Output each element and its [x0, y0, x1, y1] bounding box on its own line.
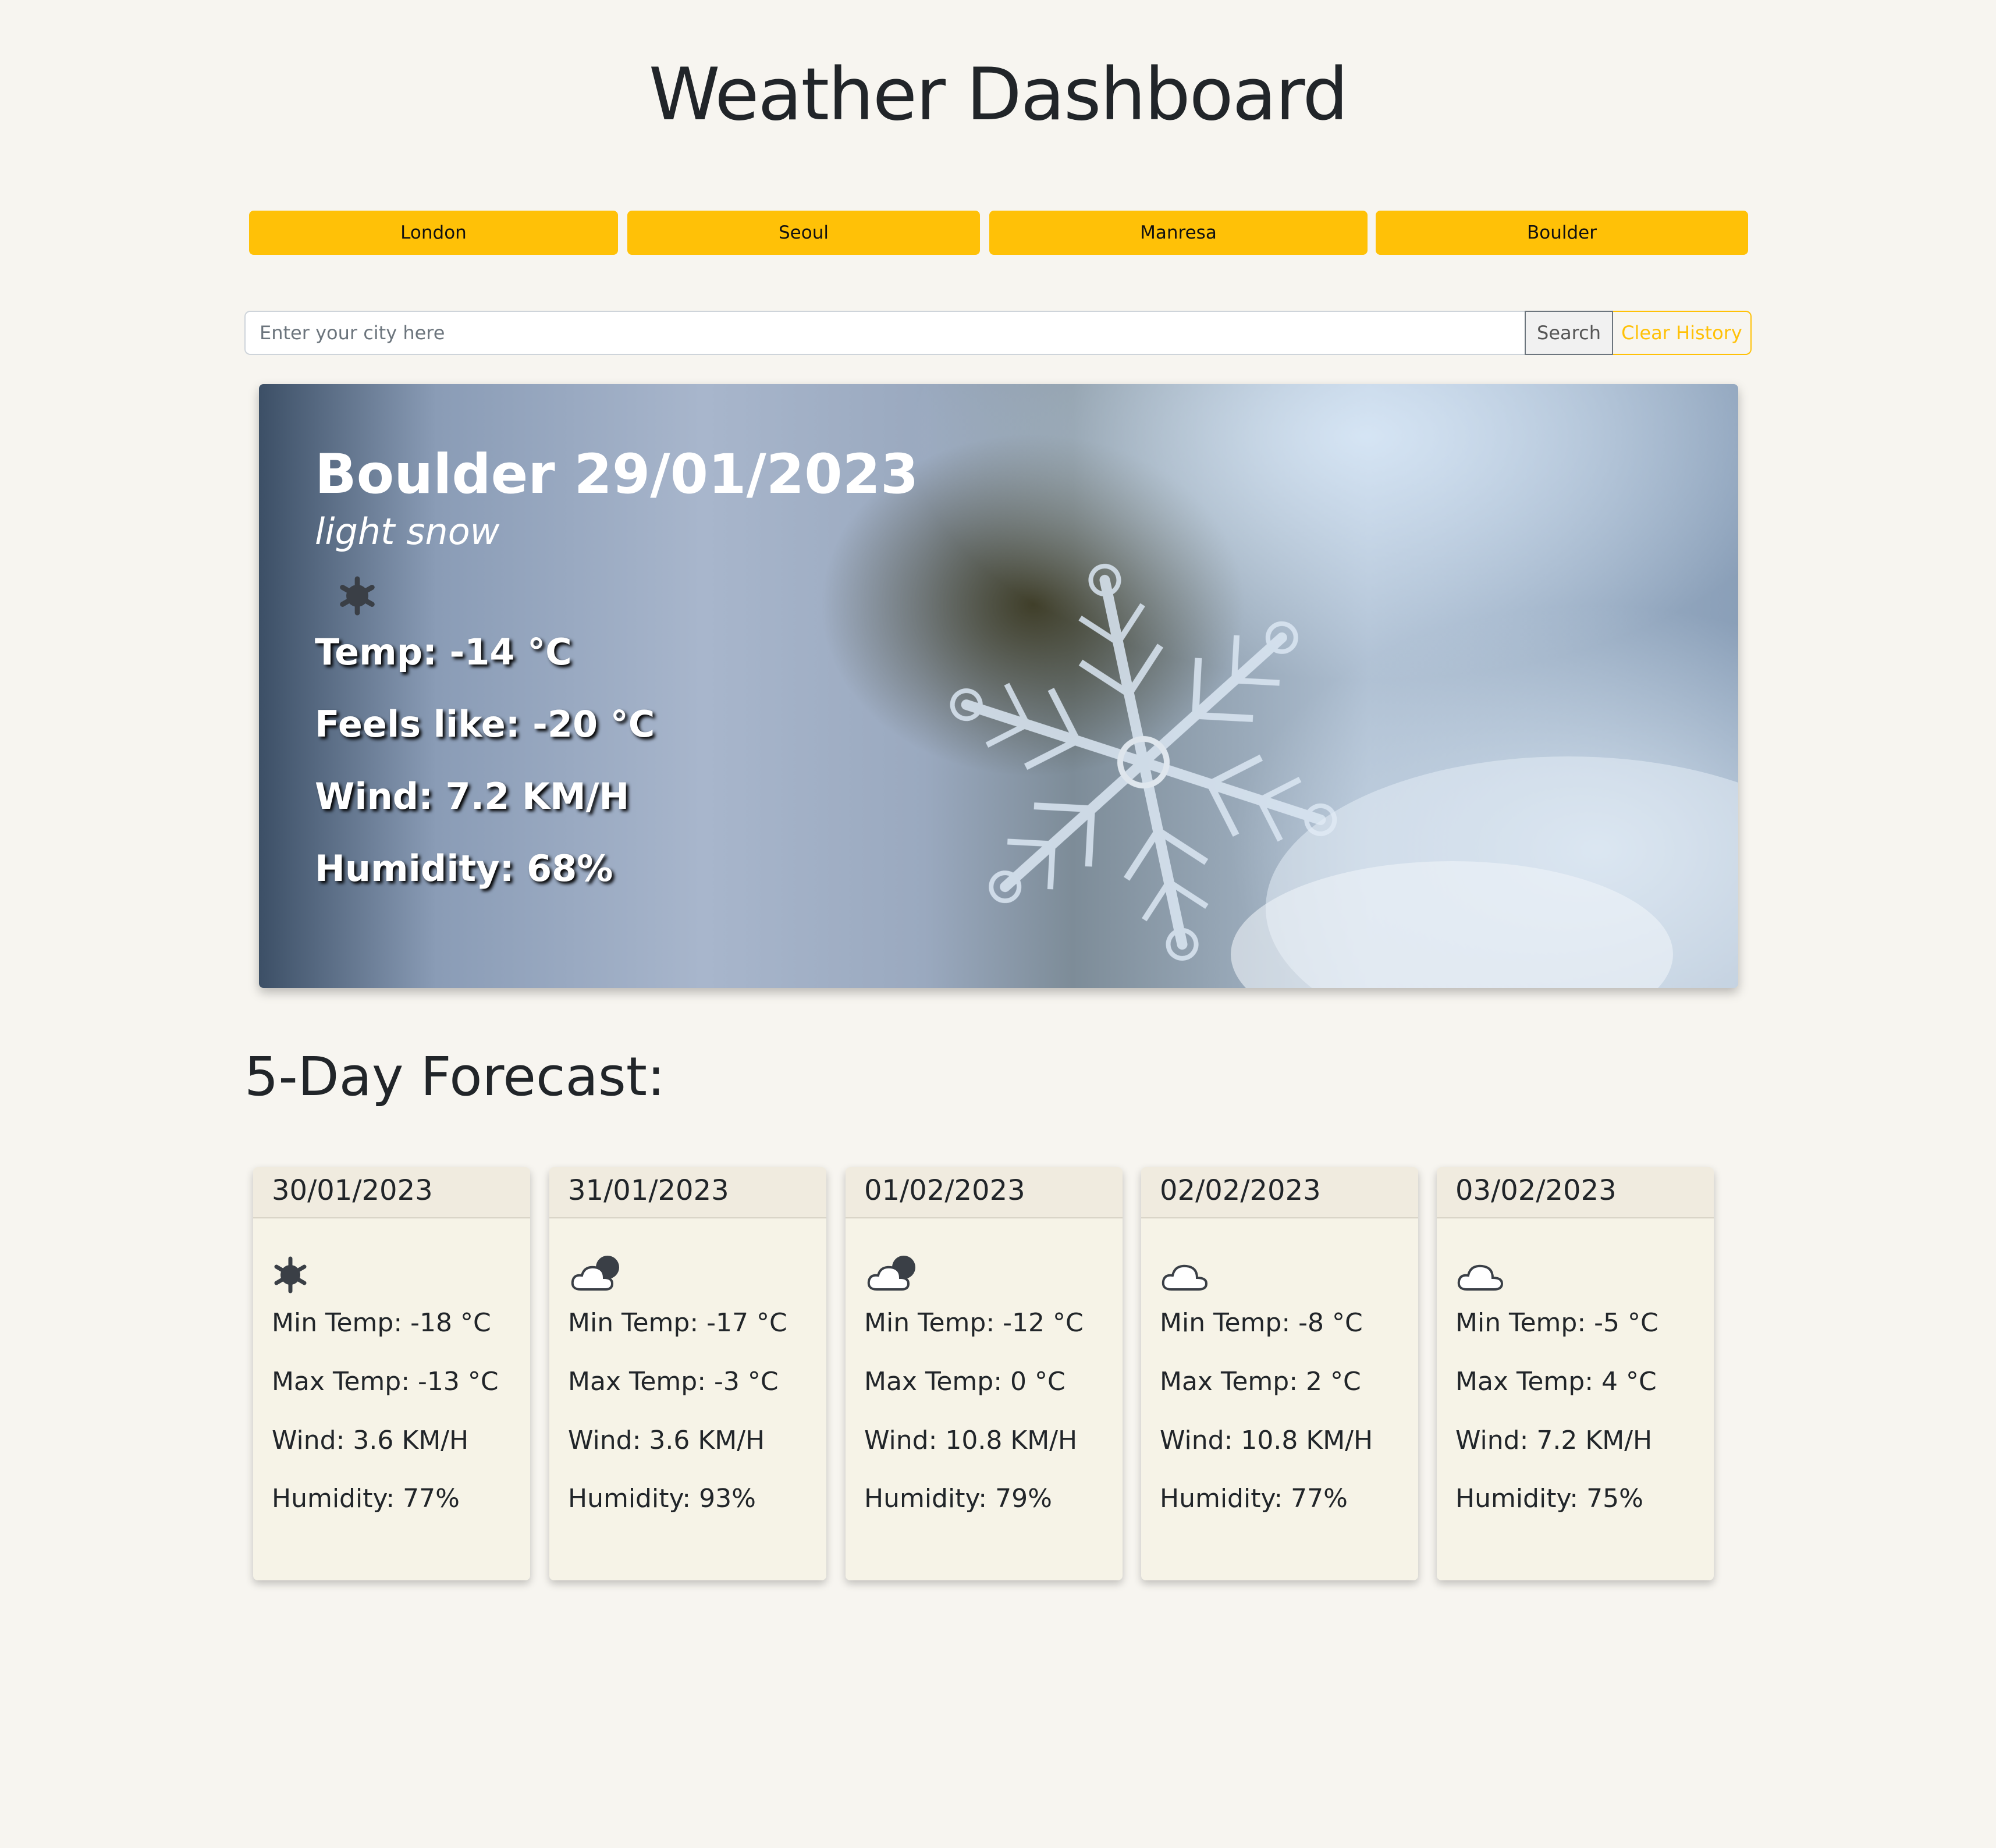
current-description: light snow — [315, 510, 500, 553]
current-weather-card: Boulder 29/01/2023 light snow Temp: -14 … — [259, 384, 1738, 988]
forecast-card: 31/01/2023 Min Temp: -17 °C Max Temp: -3… — [549, 1167, 826, 1580]
search-button[interactable]: Search — [1525, 311, 1613, 355]
search-bar: Search Clear History — [244, 311, 1752, 355]
cloud-moon-icon — [571, 1256, 619, 1291]
forecast-humidity: Humidity: 77% — [272, 1484, 460, 1514]
history-button-boulder[interactable]: Boulder — [1376, 211, 1748, 255]
history-button-seoul[interactable]: Seoul — [627, 211, 980, 255]
forecast-card: 01/02/2023 Min Temp: -12 °C Max Temp: 0 … — [846, 1167, 1123, 1580]
forecast-heading: 5-Day Forecast: — [244, 1046, 665, 1108]
forecast-max-temp: Max Temp: 4 °C — [1455, 1366, 1657, 1396]
forecast-humidity: Humidity: 75% — [1455, 1484, 1643, 1514]
page-title: Weather Dashboard — [648, 53, 1348, 137]
forecast-max-temp: Max Temp: 0 °C — [864, 1366, 1066, 1396]
forecast-card: 30/01/2023 Min Temp: -18 °C Max Temp: -1… — [253, 1167, 530, 1580]
forecast-card: 02/02/2023 Min Temp: -8 °C Max Temp: 2 °… — [1141, 1167, 1418, 1580]
current-temp: Temp: -14 °C — [315, 631, 572, 674]
search-history: London Seoul Manresa Boulder — [249, 211, 1748, 255]
forecast-humidity: Humidity: 79% — [864, 1484, 1052, 1514]
forecast-humidity: Humidity: 77% — [1160, 1484, 1348, 1514]
snowflake-icon — [340, 576, 375, 616]
forecast-date: 01/02/2023 — [846, 1167, 1123, 1218]
forecast-min-temp: Min Temp: -5 °C — [1455, 1308, 1658, 1338]
forecast-wind: Wind: 10.8 KM/H — [864, 1425, 1078, 1455]
forecast-min-temp: Min Temp: -17 °C — [568, 1308, 787, 1338]
current-wind: Wind: 7.2 KM/H — [315, 774, 630, 818]
current-humidity: Humidity: 68% — [315, 847, 613, 890]
cloud-moon-icon — [867, 1256, 915, 1291]
cloud-icon — [1457, 1264, 1504, 1291]
forecast-max-temp: Max Temp: 2 °C — [1160, 1366, 1361, 1396]
city-search-input[interactable] — [244, 311, 1525, 355]
forecast-max-temp: Max Temp: -13 °C — [272, 1366, 499, 1396]
current-feels-like: Feels like: -20 °C — [315, 703, 655, 746]
forecast-date: 02/02/2023 — [1141, 1167, 1418, 1218]
history-button-london[interactable]: London — [249, 211, 618, 255]
snowflake-icon — [274, 1256, 307, 1293]
forecast-wind: Wind: 7.2 KM/H — [1455, 1425, 1653, 1455]
history-button-manresa[interactable]: Manresa — [989, 211, 1368, 255]
forecast-max-temp: Max Temp: -3 °C — [568, 1366, 779, 1396]
clear-history-button[interactable]: Clear History — [1613, 311, 1752, 355]
forecast-date: 31/01/2023 — [549, 1167, 826, 1218]
current-city-date: Boulder 29/01/2023 — [315, 443, 919, 506]
forecast-date: 30/01/2023 — [253, 1167, 530, 1218]
forecast-card: 03/02/2023 Min Temp: -5 °C Max Temp: 4 °… — [1437, 1167, 1714, 1580]
forecast-date: 03/02/2023 — [1437, 1167, 1714, 1218]
forecast-wind: Wind: 3.6 KM/H — [272, 1425, 469, 1455]
forecast-wind: Wind: 10.8 KM/H — [1160, 1425, 1373, 1455]
forecast-min-temp: Min Temp: -12 °C — [864, 1308, 1084, 1338]
cloud-icon — [1162, 1264, 1208, 1291]
forecast-humidity: Humidity: 93% — [568, 1484, 756, 1514]
forecast-wind: Wind: 3.6 KM/H — [568, 1425, 765, 1455]
forecast-min-temp: Min Temp: -8 °C — [1160, 1308, 1363, 1338]
forecast-min-temp: Min Temp: -18 °C — [272, 1308, 491, 1338]
